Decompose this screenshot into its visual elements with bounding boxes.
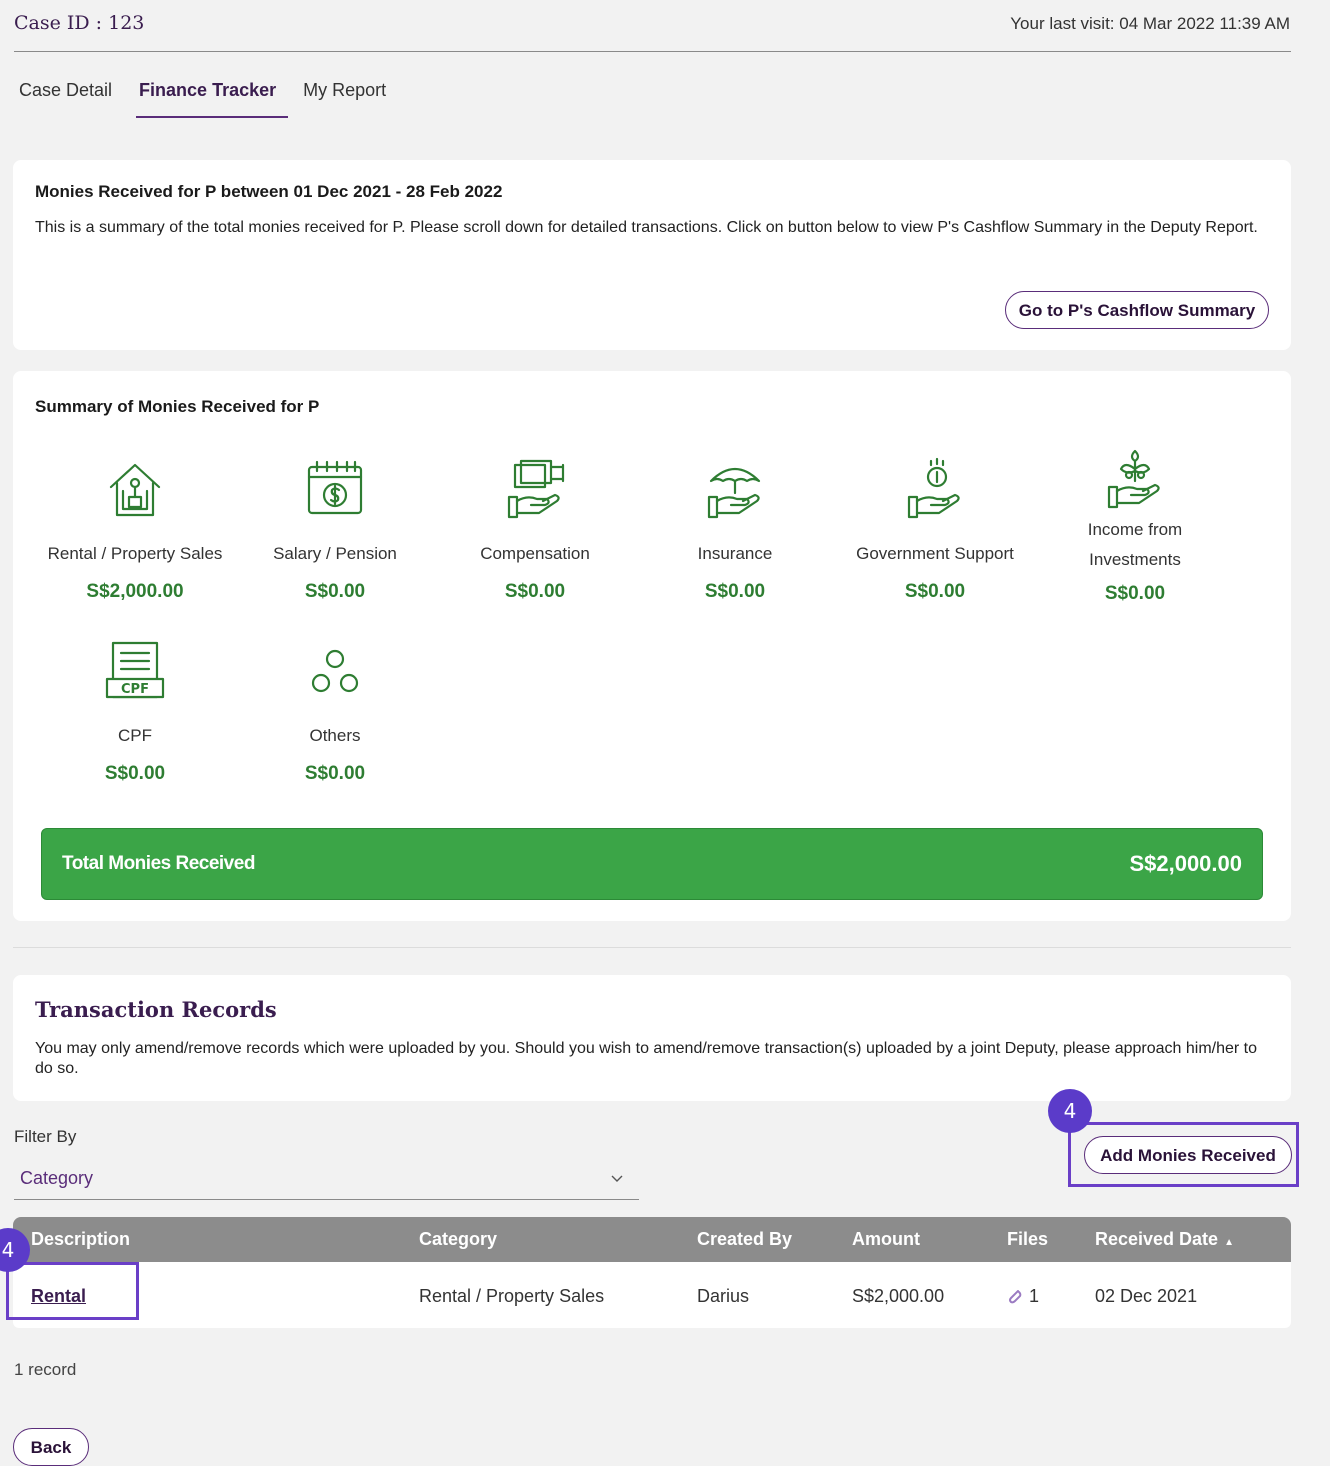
- header-divider: [14, 51, 1291, 52]
- category-filter-select[interactable]: Category: [14, 1160, 639, 1200]
- row-amount: S$2,000.00: [852, 1286, 945, 1306]
- monies-received-title: Monies Received for P between 01 Dec 202…: [35, 182, 503, 201]
- filter-label: Filter By: [14, 1127, 77, 1146]
- summary-card: Summary of Monies Received for P Rental …: [13, 371, 1291, 921]
- table-row: Rental Rental / Property Sales Darius S$…: [13, 1262, 1291, 1328]
- back-button[interactable]: Back: [13, 1428, 89, 1466]
- tab-my-report[interactable]: My Report: [298, 76, 400, 118]
- summary-label: Government Support: [856, 544, 1014, 563]
- column-header-received-date[interactable]: Received Date ▲: [1095, 1229, 1234, 1250]
- summary-item-salary: Salary / Pension S$0.00: [235, 457, 435, 603]
- summary-item-government: Government Support S$0.00: [835, 457, 1035, 603]
- cashflow-summary-button[interactable]: Go to P's Cashflow Summary: [1005, 291, 1269, 329]
- summary-value: S$0.00: [304, 763, 366, 784]
- umbrella-hand-icon: [707, 467, 761, 519]
- transaction-records-title: Transaction Records: [35, 997, 277, 1022]
- row-received-date: 02 Dec 2021: [1095, 1286, 1198, 1306]
- summary-value: S$0.00: [504, 581, 566, 602]
- column-header-amount[interactable]: Amount: [852, 1229, 920, 1250]
- last-visit-text: Your last visit: 04 Mar 2022 11:39 AM: [1010, 14, 1290, 33]
- house-icon: [109, 463, 161, 517]
- section-divider: [13, 947, 1291, 948]
- summary-label: Insurance: [697, 544, 773, 563]
- summary-value: S$0.00: [904, 581, 966, 602]
- cpf-document-icon: CPF: [105, 641, 165, 699]
- add-monies-received-button[interactable]: Add Monies Received: [1084, 1136, 1292, 1174]
- tab-case-detail[interactable]: Case Detail: [14, 76, 126, 118]
- step-badge: 4: [1048, 1089, 1092, 1133]
- monies-received-description: This is a summary of the total monies re…: [35, 219, 1258, 236]
- summary-title: Summary of Monies Received for P: [35, 397, 320, 416]
- column-header-category[interactable]: Category: [419, 1229, 497, 1250]
- cash-hand-icon: [507, 459, 565, 519]
- summary-item-insurance: Insurance S$0.00: [635, 457, 835, 603]
- summary-item-cpf: CPF CPF S$0.00: [35, 639, 235, 785]
- paperclip-icon: [1009, 1290, 1022, 1304]
- table-header: Description Category Created By Amount F…: [13, 1217, 1291, 1262]
- total-monies-value: S$2,000.00: [1129, 851, 1242, 876]
- cpf-icon-text: CPF: [121, 682, 149, 697]
- summary-value: S$0.00: [104, 763, 166, 784]
- filter-selected-value: Category: [20, 1168, 94, 1188]
- tab-finance-tracker[interactable]: Finance Tracker: [134, 76, 290, 118]
- column-header-description[interactable]: Description: [31, 1229, 130, 1250]
- summary-item-compensation: Compensation S$0.00: [435, 457, 635, 603]
- summary-value: S$0.00: [304, 581, 366, 602]
- transactions-table: Description Category Created By Amount F…: [13, 1217, 1291, 1328]
- coin-hand-icon: [907, 457, 960, 519]
- row-category: Rental / Property Sales: [419, 1286, 605, 1306]
- column-header-created-by[interactable]: Created By: [697, 1229, 792, 1250]
- row-files[interactable]: 1: [1007, 1286, 1039, 1307]
- tab-bar: Case Detail Finance Tracker My Report: [14, 76, 408, 120]
- summary-label: Rental / Property Sales: [47, 544, 223, 563]
- summary-item-investments: Income from Investments S$0.00: [1035, 447, 1235, 605]
- column-header-files[interactable]: Files: [1007, 1229, 1048, 1250]
- sort-ascending-icon: ▲: [1224, 1237, 1234, 1248]
- circles-icon: [311, 649, 359, 693]
- chevron-down-icon: [611, 1175, 623, 1182]
- calendar-dollar-icon: [307, 460, 363, 515]
- total-monies-bar: Total Monies Received S$2,000.00: [41, 828, 1263, 900]
- summary-label: Others: [309, 726, 361, 745]
- summary-value: S$0.00: [704, 581, 766, 602]
- summary-label: Salary / Pension: [273, 544, 397, 563]
- total-monies-label: Total Monies Received: [62, 853, 255, 874]
- record-count: 1 record: [14, 1360, 77, 1379]
- row-created-by: Darius: [697, 1286, 750, 1306]
- monies-received-card: Monies Received for P between 01 Dec 202…: [13, 160, 1291, 350]
- transaction-records-description: You may only amend/remove records which …: [35, 1040, 1258, 1077]
- transaction-records-card: Transaction Records You may only amend/r…: [13, 975, 1291, 1101]
- row-files-count: 1: [1029, 1286, 1040, 1306]
- summary-label: Compensation: [480, 544, 590, 563]
- summary-item-others: Others S$0.00: [235, 639, 435, 785]
- case-id: Case ID : 123: [14, 12, 145, 34]
- summary-label: CPF: [118, 726, 152, 745]
- summary-value: S$0.00: [1104, 583, 1166, 604]
- plant-hand-icon: [1107, 449, 1160, 509]
- summary-item-rental: Rental / Property Sales S$2,000.00: [35, 457, 235, 603]
- received-date-header-label: Received Date: [1095, 1229, 1219, 1249]
- row-description-link[interactable]: Rental: [31, 1286, 86, 1307]
- summary-value: S$2,000.00: [86, 581, 184, 602]
- finance-tracker-page: Case ID : 123 Your last visit: 04 Mar 20…: [0, 0, 1330, 1466]
- summary-label: Income from Investments: [1087, 520, 1183, 569]
